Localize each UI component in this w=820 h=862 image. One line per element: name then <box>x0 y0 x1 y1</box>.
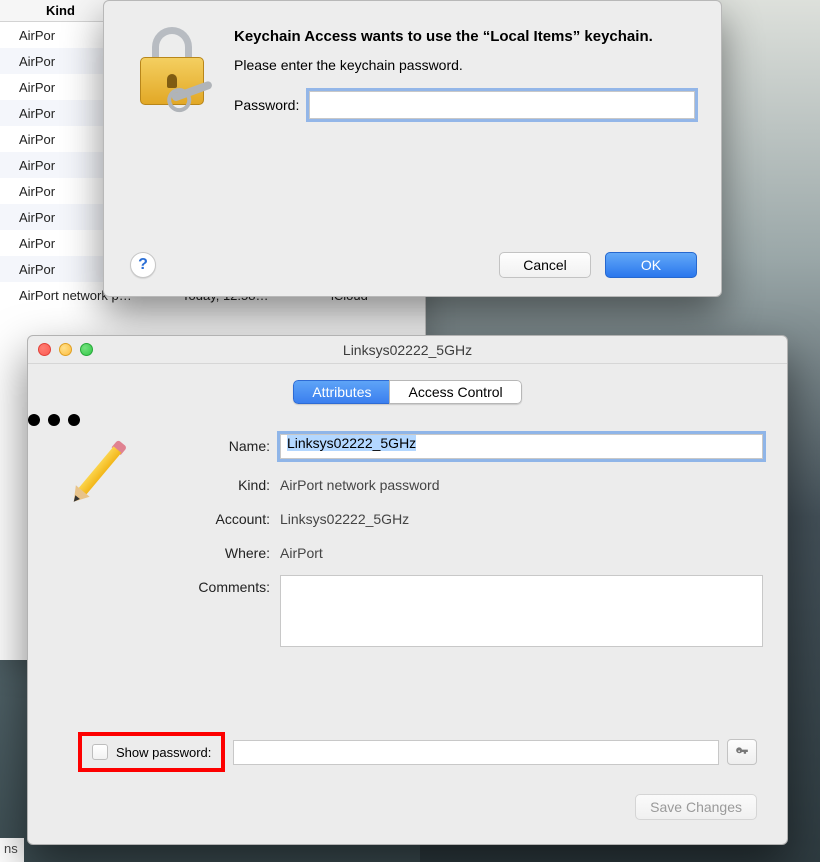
key-icon <box>735 745 749 759</box>
keychain-password-alert-dialog: Keychain Access wants to use the “Local … <box>103 0 722 297</box>
kind-value: AirPort network password <box>280 473 763 493</box>
help-button[interactable]: ? <box>130 252 156 278</box>
show-password-label: Show password: <box>116 745 211 760</box>
account-label: Account: <box>174 507 270 527</box>
save-changes-button[interactable]: Save Changes <box>635 794 757 820</box>
kind-label: Kind: <box>174 473 270 493</box>
tab-access-control[interactable]: Access Control <box>389 380 521 404</box>
name-label: Name: <box>174 434 270 454</box>
account-value: Linksys02222_5GHz <box>280 507 763 527</box>
column-header-kind[interactable]: Kind <box>46 3 75 18</box>
tab-group: Attributes Access Control <box>293 380 521 404</box>
lock-icon <box>134 27 212 105</box>
alert-subtext: Please enter the keychain password. <box>234 57 695 73</box>
alert-heading: Keychain Access wants to use the “Local … <box>234 27 695 47</box>
window-title: Linksys02222_5GHz <box>28 342 787 358</box>
partial-window-edge: ns <box>0 838 24 862</box>
where-label: Where: <box>174 541 270 561</box>
keychain-password-input[interactable] <box>309 91 695 119</box>
show-password-checkbox[interactable] <box>92 744 108 760</box>
comments-label: Comments: <box>174 575 270 595</box>
password-label: Password: <box>234 97 299 113</box>
password-dots-icon <box>28 414 80 426</box>
pencil-icon <box>51 428 141 518</box>
keychain-item-info-window: Linksys02222_5GHz Attributes Access Cont… <box>27 335 788 845</box>
tab-attributes[interactable]: Attributes <box>293 380 389 404</box>
cancel-button[interactable]: Cancel <box>499 252 591 278</box>
highlight-annotation: Show password: <box>78 732 225 772</box>
comments-field[interactable] <box>280 575 763 647</box>
password-field[interactable] <box>233 740 719 765</box>
password-assistant-button[interactable] <box>727 739 757 765</box>
name-field[interactable]: Linksys02222_5GHz <box>280 434 763 459</box>
window-titlebar[interactable]: Linksys02222_5GHz <box>28 336 787 364</box>
ok-button[interactable]: OK <box>605 252 697 278</box>
where-value: AirPort <box>280 541 763 561</box>
